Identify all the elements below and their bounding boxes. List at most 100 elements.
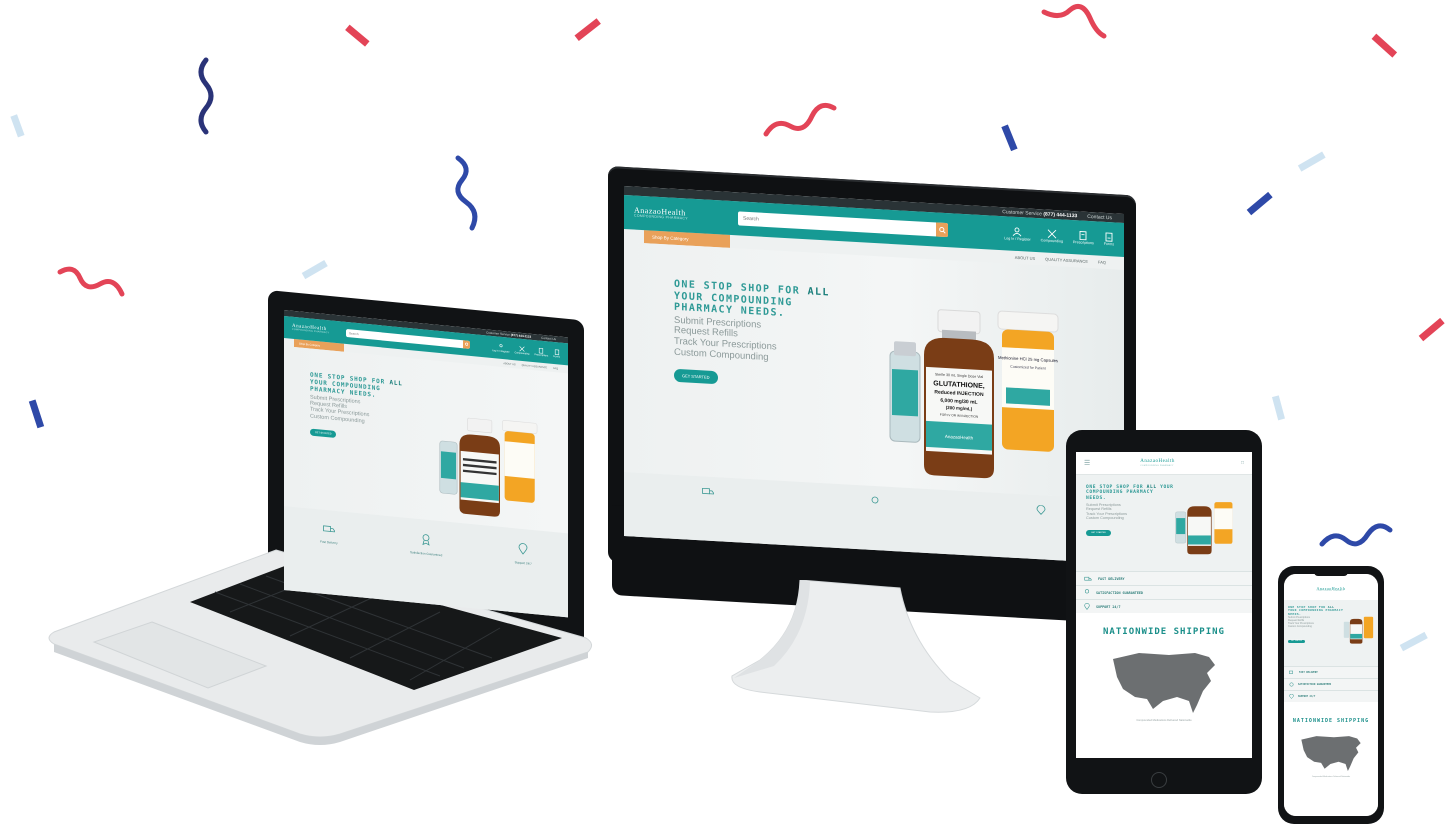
contact-link[interactable]: Contact Us <box>1087 213 1112 220</box>
hero-list: Submit Prescriptions Request Refills Tra… <box>1086 502 1128 520</box>
feature-satisfaction: Satisfaction Guaranteed <box>1076 585 1252 599</box>
nav-prescriptions[interactable]: Prescriptions <box>1073 230 1094 245</box>
hero: ONE STOP SHOP FOR ALL YOUR COMPOUNDING P… <box>1076 475 1252 571</box>
nav-compounding[interactable]: Compounding <box>515 345 529 355</box>
confetti-strip <box>1399 631 1428 652</box>
confetti-squiggle <box>198 57 214 135</box>
truck-icon <box>702 487 714 495</box>
confetti-strip <box>574 18 601 41</box>
feature-fast-delivery: Fast Delivery <box>320 523 338 545</box>
hero: ONE STOP SHOP FOR ALL YOUR COMPOUNDING P… <box>624 242 1124 500</box>
cart-icon[interactable]: □ <box>1241 460 1244 466</box>
award-icon <box>871 496 879 504</box>
feature-list: Fast Delivery Satisfaction Guaranteed Su… <box>1076 571 1252 613</box>
logo[interactable]: AnazaoHealth COMPOUNDING PHARMACY <box>634 206 724 224</box>
nav-forms[interactable]: Forms <box>553 348 560 358</box>
search-input[interactable] <box>738 214 936 234</box>
tablet-home-button[interactable] <box>1151 772 1167 788</box>
shipping-caption: Compounded Medications Delivered Nationw… <box>1311 776 1351 778</box>
shipping-title: NATIONWIDE SHIPPING <box>1292 718 1370 724</box>
feature-list: Fast Delivery Satisfaction Guaranteed Su… <box>1284 666 1378 702</box>
us-map <box>1113 653 1215 713</box>
feature-fast-delivery <box>702 486 714 497</box>
location-pin-icon <box>1036 505 1046 515</box>
confetti-strip <box>301 260 328 280</box>
prescription-icon <box>1079 231 1087 241</box>
shipping-title: NATIONWIDE SHIPPING <box>1103 627 1225 637</box>
hero: ONE STOP SHOP FOR ALL YOUR COMPOUNDING P… <box>1284 600 1378 666</box>
truck-icon <box>323 525 335 533</box>
sublink-about[interactable]: ABOUT US <box>1015 255 1035 261</box>
product-image <box>439 417 538 517</box>
header-nav: Log In / Register Compounding Prescripti… <box>1004 226 1114 246</box>
phone-header: AnazaoHealth COMPOUNDING PHARMACY <box>1284 574 1378 600</box>
get-started-button[interactable]: Get Started <box>1086 530 1112 537</box>
confetti-squiggle <box>1319 523 1393 547</box>
location-pin-icon <box>518 543 528 555</box>
confetti-strip <box>1271 395 1285 421</box>
laptop-screen: Customer Service (877) 444-1133 Contact … <box>284 310 568 618</box>
hero-headline: ONE STOP SHOP FOR ALL YOUR COMPOUNDING P… <box>1288 605 1344 616</box>
location-pin-icon <box>1289 694 1294 699</box>
monitor-stand <box>731 580 981 713</box>
get-started-button[interactable]: Get Started <box>310 428 337 438</box>
header-nav: Log In / Register Compounding Prescripti… <box>492 343 560 358</box>
confetti-strip <box>345 24 370 47</box>
phone-number[interactable]: (877) 444-1133 <box>1043 211 1077 219</box>
feature-support: Support 24/7 <box>515 542 532 566</box>
search-button[interactable] <box>936 222 948 238</box>
feature-fast-delivery: Fast Delivery <box>1076 571 1252 585</box>
nav-login[interactable]: Log In / Register <box>492 343 510 353</box>
forms-icon <box>1105 232 1113 242</box>
hero: ONE STOP SHOP FOR ALL YOUR COMPOUNDING P… <box>284 346 568 534</box>
confetti-squiggle <box>1041 3 1107 39</box>
sublink-faq[interactable]: FAQ <box>1098 259 1106 264</box>
hero-list: Submit Prescriptions Request Refills Tra… <box>1288 616 1314 628</box>
logo[interactable]: AnazaoHealth COMPOUNDING PHARMACY <box>292 324 338 336</box>
logo[interactable]: AnazaoHealth COMPOUNDING PHARMACY <box>1317 586 1346 593</box>
get-started-button[interactable]: Get Started <box>1288 640 1305 644</box>
compounding-icon <box>1047 229 1057 239</box>
sublink-quality[interactable]: QUALITY ASSURANCE <box>1045 257 1088 264</box>
tablet-screen: ☰ AnazaoHealth COMPOUNDING PHARMACY □ ON… <box>1076 452 1252 758</box>
location-pin-icon <box>1084 603 1090 610</box>
search-button[interactable] <box>463 340 470 349</box>
feature-support: Support 24/7 <box>1284 690 1378 702</box>
menu-icon[interactable]: ☰ <box>1084 459 1090 467</box>
nav-forms[interactable]: Forms <box>1104 232 1114 246</box>
confetti-strip <box>1001 124 1018 152</box>
nav-compounding[interactable]: Compounding <box>1041 228 1063 244</box>
get-started-button[interactable]: Get Started <box>674 368 718 385</box>
search-icon <box>938 226 946 234</box>
shipping-section: NATIONWIDE SHIPPING Compounded Medicatio… <box>1284 702 1378 816</box>
feature-fast-delivery: Fast Delivery <box>1284 666 1378 678</box>
shipping-section: NATIONWIDE SHIPPING Compounded Medicatio… <box>1076 613 1252 758</box>
confetti-squiggle <box>763 102 837 137</box>
confetti-strip <box>28 399 45 429</box>
confetti-squiggle <box>57 266 125 297</box>
confetti-strip <box>1297 151 1326 172</box>
feature-support <box>1036 505 1046 516</box>
truck-icon <box>1084 576 1092 580</box>
shipping-caption: Compounded Medications Delivered Nationw… <box>1136 719 1192 722</box>
logo[interactable]: AnazaoHealth COMPOUNDING PHARMACY <box>1140 459 1175 466</box>
us-map <box>1301 736 1361 772</box>
award-icon <box>1289 682 1294 687</box>
nav-login[interactable]: Log In / Register <box>1004 226 1031 242</box>
confetti-strip <box>1371 33 1398 58</box>
award-icon <box>1084 589 1090 594</box>
feature-satisfaction <box>870 496 880 507</box>
user-icon <box>1013 227 1022 237</box>
search-input[interactable] <box>346 329 463 348</box>
product-image <box>1175 502 1233 555</box>
hero-list: Submit Prescriptions Request Refills Tra… <box>674 314 777 364</box>
monitor-screen: Customer Service (877) 444-1133 Contact … <box>624 186 1124 564</box>
phone-notch <box>1314 570 1348 576</box>
search-bar <box>738 211 948 238</box>
feature-satisfaction: Satisfaction Guaranteed <box>410 532 442 557</box>
confetti-squiggle <box>455 155 478 231</box>
search-icon <box>464 342 468 346</box>
award-icon <box>422 534 430 546</box>
nav-prescriptions[interactable]: Prescriptions <box>534 347 548 357</box>
confetti-strip <box>1418 317 1445 342</box>
